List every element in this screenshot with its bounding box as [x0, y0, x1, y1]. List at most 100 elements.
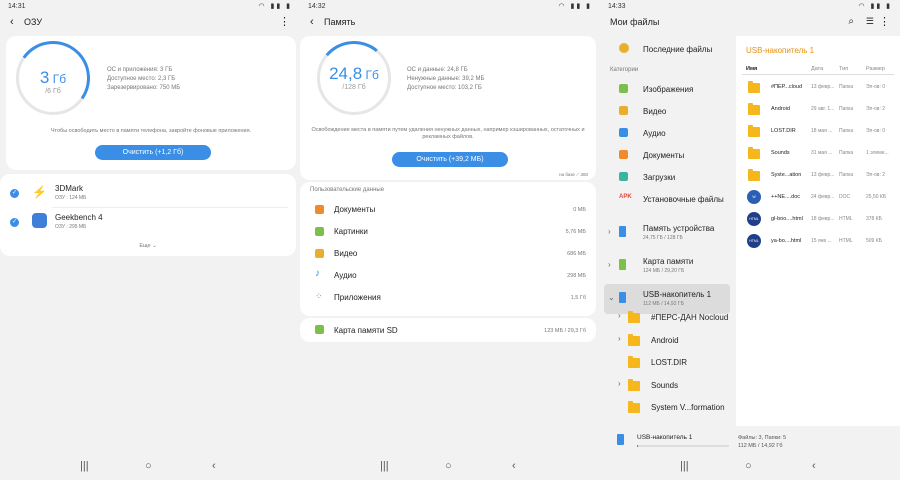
clean-storage-button[interactable]: Очистить (+39,2 МБ): [392, 152, 508, 167]
file-row[interactable]: W ++NE....doc 24 февр... DOC 25,50 КБ: [736, 186, 900, 208]
show-more-link[interactable]: Еще ⌄: [0, 243, 296, 249]
column-header-date[interactable]: Дата: [811, 66, 823, 72]
top-bar: ‹ ОЗУ ⋮: [0, 13, 300, 33]
location-usage: 124 МБ / 29,20 ГБ: [643, 268, 685, 274]
geekbench-icon: [32, 213, 47, 228]
column-header-name[interactable]: Имя: [746, 66, 757, 72]
files-screen: 14:33 ◠ ▮▮ ▮ Мои файлы ⌕ ☰ ⋮ Последние ф…: [600, 0, 900, 480]
back-nav-icon[interactable]: ‹: [812, 460, 816, 472]
chevron-down-icon[interactable]: ⌄: [608, 293, 615, 302]
list-view-icon[interactable]: ☰: [866, 16, 874, 27]
category-icon: [619, 172, 628, 181]
location-icon: [619, 292, 626, 303]
file-type: Папка: [839, 128, 854, 134]
storage-location-item[interactable]: › Память устройства 24,75 ГБ / 128 ГБ: [600, 218, 736, 248]
file-size: Эл-ов: 0: [866, 128, 886, 134]
category-item[interactable]: APK Установочные файлы: [600, 188, 736, 210]
ram-hint: Чтобы освободить место в памяти телефона…: [50, 128, 252, 134]
back-nav-icon[interactable]: ‹: [512, 460, 516, 472]
file-type: HTML: [839, 238, 853, 244]
file-date: 31 мая ...: [811, 150, 833, 156]
ram-apps-card: ✓ ⚡ 3DMark ОЗУ : 124 МБ ✓ Geekbench 4 ОЗ…: [0, 174, 296, 256]
file-date: 29 авг. 1...: [811, 106, 835, 112]
tree-folder-item[interactable]: › Android: [600, 329, 736, 351]
folder-name: Sounds: [651, 380, 679, 390]
tree-folder-item[interactable]: › #ПЕРС-ДАН Nocloud: [600, 306, 736, 328]
3dmark-icon: ⚡: [32, 185, 47, 199]
back-arrow-icon[interactable]: ‹: [310, 16, 314, 28]
item-size: 5,76 МБ: [565, 229, 586, 235]
file-row[interactable]: Sounds 31 мая ... Папка 1 элеме...: [736, 142, 900, 164]
storage-item-documents[interactable]: Документы 0 МБ: [300, 199, 596, 221]
search-icon[interactable]: ⌕: [848, 16, 854, 27]
tree-folder-item[interactable]: LOST.DIR: [600, 351, 736, 373]
file-row[interactable]: HTML ya-bo....html 15 янв ... HTML 509 КБ: [736, 230, 900, 252]
footer-progress: [637, 445, 729, 447]
item-size: 1,5 Гб: [570, 295, 586, 301]
file-row[interactable]: HTML gl-boo....html 18 февр... HTML 378 КБ: [736, 208, 900, 230]
check-icon[interactable]: ✓: [10, 218, 19, 227]
file-type: HTML: [839, 216, 853, 222]
app-row-geekbench[interactable]: ✓ Geekbench 4 ОЗУ : 295 МБ: [0, 212, 296, 234]
tree-folder-item[interactable]: › Sounds: [600, 374, 736, 396]
file-date: 24 февр...: [811, 194, 835, 200]
file-row[interactable]: Android 29 авг. 1... Папка Эл-ов: 2: [736, 98, 900, 120]
documents-icon: [315, 205, 324, 214]
home-icon[interactable]: ○: [745, 460, 752, 472]
storage-item-video[interactable]: Видео 686 МБ: [300, 243, 596, 265]
tree-folder-item[interactable]: System V...formation: [600, 396, 736, 418]
file-date: 13 февр...: [811, 172, 835, 178]
apps-grid-icon: ⁘: [315, 291, 322, 301]
clean-ram-button[interactable]: Очистить (+1,2 Гб): [95, 145, 211, 160]
html-file-icon: HTML: [747, 234, 761, 248]
category-icon: [619, 128, 628, 137]
chevron-right-icon[interactable]: ›: [618, 311, 621, 320]
category-label: Установочные файлы: [643, 195, 724, 204]
app-row-3dmark[interactable]: ✓ ⚡ 3DMark ОЗУ : 124 МБ: [0, 183, 296, 205]
column-header-size[interactable]: Размер: [866, 66, 885, 72]
folder-icon: [628, 356, 640, 368]
category-icon: [619, 106, 628, 115]
category-item[interactable]: Документы: [600, 144, 736, 166]
category-item[interactable]: Загрузки: [600, 166, 736, 188]
status-bar: 14:31 ◠ ▮▮ ▮: [0, 0, 300, 13]
folder-icon: [748, 103, 760, 115]
recents-icon[interactable]: |||: [80, 460, 89, 472]
storage-item-images[interactable]: Картинки 5,76 МБ: [300, 221, 596, 243]
item-size: 0 МБ: [573, 207, 586, 213]
category-item[interactable]: Изображения: [600, 78, 736, 100]
folder-icon: [748, 169, 760, 181]
recents-icon[interactable]: |||: [380, 460, 389, 472]
chevron-right-icon[interactable]: ›: [618, 334, 621, 343]
category-label: Изображения: [643, 85, 694, 94]
chevron-right-icon[interactable]: ›: [618, 379, 621, 388]
home-icon[interactable]: ○: [145, 460, 152, 472]
column-header-type[interactable]: Тип: [839, 66, 848, 72]
more-options-icon[interactable]: ⋮: [879, 15, 890, 28]
home-icon[interactable]: ○: [445, 460, 452, 472]
powered-by: на базе ⟋ 360: [559, 172, 588, 177]
storage-screen: 14:32 ◠ ▮▮ ▮ ‹ Память 24,8 Гб /128 Гб ОС…: [300, 0, 600, 480]
storage-hint: Освобождение места в памяти путем удален…: [311, 127, 585, 140]
chevron-right-icon[interactable]: ›: [608, 227, 611, 236]
recents-icon[interactable]: |||: [680, 460, 689, 472]
file-row[interactable]: #ПЕР...cloud 13 февр... Папка Эл-ов: 0: [736, 76, 900, 98]
back-arrow-icon[interactable]: ‹: [10, 16, 14, 28]
sd-card-card[interactable]: Карта памяти SD 123 МБ / 29,3 Гб: [300, 318, 596, 342]
category-item[interactable]: Видео: [600, 100, 736, 122]
file-row[interactable]: Syste...ation 13 февр... Папка Эл-ов: 2: [736, 164, 900, 186]
storage-item-apps[interactable]: ⁘ Приложения 1,5 Гб: [300, 287, 596, 309]
check-icon[interactable]: ✓: [10, 189, 19, 198]
user-data-card: Пользовательские данные Документы 0 МБ К…: [300, 182, 596, 316]
file-row[interactable]: LOST.DIR 18 мая ... Папка Эл-ов: 0: [736, 120, 900, 142]
category-label: Документы: [643, 151, 685, 160]
storage-location-item[interactable]: › Карта памяти 124 МБ / 29,20 ГБ: [600, 251, 736, 281]
more-options-icon[interactable]: ⋮: [279, 15, 290, 28]
storage-item-audio[interactable]: ♪ Аудио 298 МБ: [300, 265, 596, 287]
back-nav-icon[interactable]: ‹: [212, 460, 216, 472]
category-item[interactable]: Аудио: [600, 122, 736, 144]
storage-info-junk: Ненужные данные: 39,2 МБ: [407, 76, 485, 82]
status-time: 14:33: [608, 3, 626, 10]
recent-files-item[interactable]: Последние файлы: [600, 38, 736, 60]
chevron-right-icon[interactable]: ›: [608, 260, 611, 269]
